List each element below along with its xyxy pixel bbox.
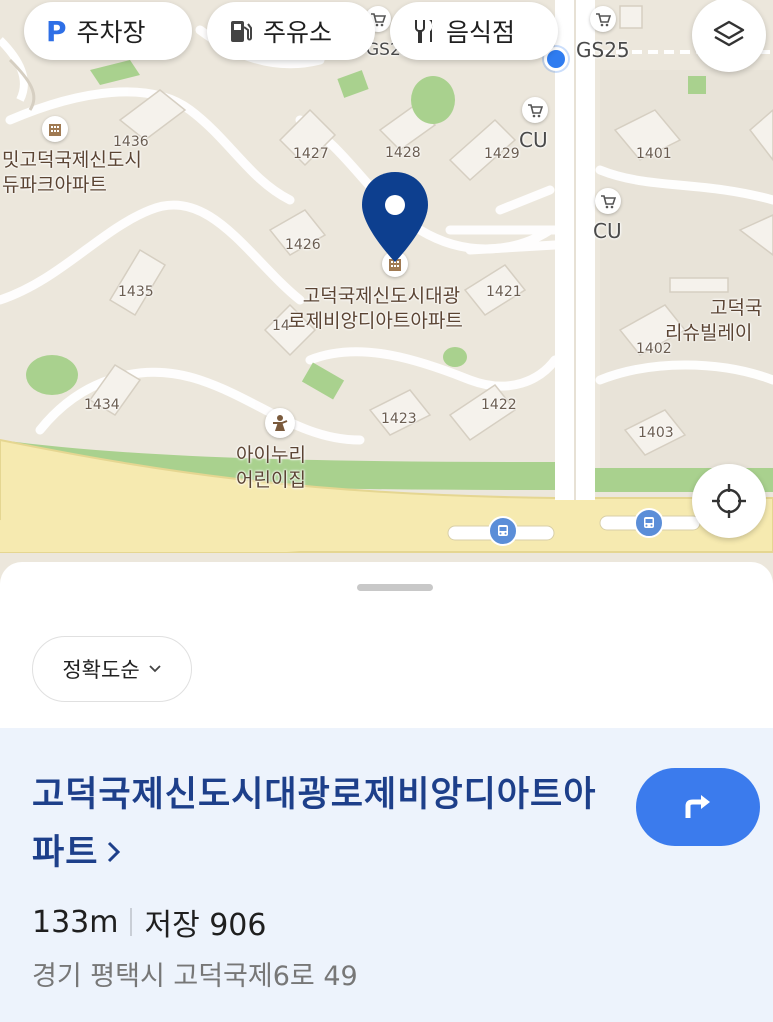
map-view[interactable]: 1436 1427 1428 1429 1401 1426 1435 1421 … [0,0,773,600]
complex-label-right-line2: 리슈빌레이 [665,322,753,344]
layers-icon [713,20,745,47]
sheet-drag-handle[interactable] [357,584,433,591]
result-card[interactable]: 고덕국제신도시대광로제비앙디아트아파트 133m 저장 906 경기 평택시 고… [0,728,773,1022]
building-number-1429: 1429 [484,146,520,162]
fork-knife-icon [415,20,433,43]
complex-label-center-line2: 로제비앙디아트아파트 [288,310,463,332]
bus-stop-icon[interactable] [634,508,664,538]
apartment-icon[interactable] [42,116,68,142]
save-count-text: 저장 906 [144,908,267,943]
sort-label: 정확도순 [62,658,140,682]
store-label-cu-right[interactable]: CU [593,219,622,243]
building-number-1423: 1423 [381,411,417,427]
crosshair-icon [712,484,746,518]
bottom-sheet[interactable]: 정확도순 고덕국제신도시대광로제비앙디아트아파트 133m 저장 906 경기 … [0,562,773,1022]
directions-button[interactable] [636,768,760,846]
sort-dropdown[interactable]: 정확도순 [32,636,192,702]
complex-label-right-line1: 고덕국 [710,297,763,319]
daycare-label[interactable]: 아이누리 어린이집 [236,443,306,493]
store-label-gs25-right[interactable]: GS25 [576,38,630,62]
my-location-button[interactable] [692,464,766,538]
parking-chip[interactable]: P 주차장 [24,2,192,60]
building-number-1421: 1421 [486,284,522,300]
convenience-store-icon[interactable] [590,6,616,32]
building-number-1426: 1426 [285,237,321,253]
complex-label-left-line2: 듀파크아파트 [2,174,107,196]
building-number-1428: 1428 [385,145,421,161]
daycare-label-line1: 아이누리 [236,444,306,466]
gas-station-chip[interactable]: 주유소 [207,2,375,60]
complex-label-right[interactable]: 고덕국 리슈빌레이 [665,296,763,346]
building-number-1403: 1403 [638,425,674,441]
convenience-store-icon[interactable] [595,188,621,214]
address-text: 경기 평택시 고덕국제6로 49 [32,961,358,992]
map-layers-button[interactable] [692,0,766,72]
building-number-1422: 1422 [481,397,517,413]
complex-label-center-line1: 고덕국제신도시대광 [302,285,461,307]
building-number-1435: 1435 [118,284,154,300]
meta-divider [130,908,133,936]
daycare-icon[interactable] [265,408,295,438]
parking-icon: P [46,14,67,48]
building-number-1427: 1427 [293,146,329,162]
daycare-label-line2: 어린이집 [236,469,306,491]
restaurant-chip[interactable]: 음식점 [390,2,558,60]
parking-chip-label: 주차장 [76,18,146,47]
building-number-1401: 1401 [636,146,672,162]
place-meta: 133m 저장 906 [32,900,266,944]
chevron-down-icon [149,665,161,673]
chevron-right-icon [106,824,122,882]
store-label-cu-top[interactable]: CU [519,128,548,152]
convenience-store-icon[interactable] [522,97,548,123]
gas-pump-icon [231,21,252,42]
gas-station-chip-label: 주유소 [263,18,333,47]
restaurant-chip-label: 음식점 [446,18,516,47]
complex-label-center[interactable]: 고덕국제신도시대광 로제비앙디아트아파트 [288,284,463,334]
distance-text: 133m [32,904,119,940]
bus-stop-icon[interactable] [488,516,518,546]
building-number-1434: 1434 [84,397,120,413]
complex-label-left-line1: 밋고덕국제신도시 [2,149,142,171]
location-pin-icon[interactable] [358,170,432,266]
place-title[interactable]: 고덕국제신도시대광로제비앙디아트아파트 [32,766,612,882]
turn-right-arrow-icon [685,795,710,818]
complex-label-left[interactable]: 밋고덕국제신도시 듀파크아파트 [2,148,142,198]
